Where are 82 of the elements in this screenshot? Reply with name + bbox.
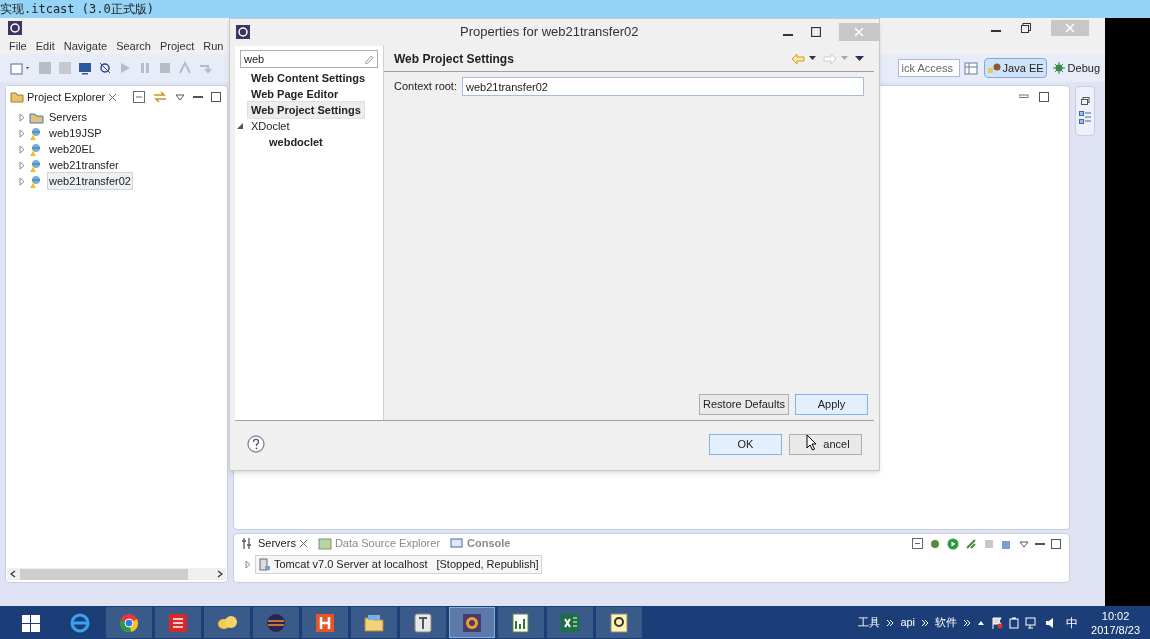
dialog-button[interactable]: Restore Defaults: [699, 394, 789, 415]
view-menu-icon[interactable]: [1019, 539, 1029, 548]
input-method-indicator[interactable]: 中: [1063, 613, 1082, 632]
view-title: Project Explorer: [27, 89, 106, 105]
mouse-cursor-icon: [806, 434, 817, 451]
collapsed-icon[interactable]: [244, 559, 252, 569]
scroll-right-icon[interactable]: [217, 570, 223, 578]
horizontal-scrollbar[interactable]: [7, 568, 226, 580]
filter-field[interactable]: web: [240, 50, 378, 68]
tree-item[interactable]: web21transfer02: [47, 171, 133, 191]
menu-item[interactable]: Navigate: [63, 37, 108, 55]
outline-icon[interactable]: [1079, 111, 1091, 125]
skip-breakpoints-icon[interactable]: [98, 61, 112, 75]
perspective-icon: [986, 61, 1001, 75]
toolbar-label[interactable]: 软件: [935, 614, 958, 631]
scrollbar-thumb[interactable]: [20, 568, 188, 580]
menu-item[interactable]: Search: [116, 37, 151, 55]
tree-item[interactable]: Web Project Settings: [247, 100, 365, 120]
menu-item[interactable]: File: [9, 37, 27, 55]
collapsed-icon[interactable]: [18, 128, 26, 138]
menu-item[interactable]: Run: [203, 37, 224, 55]
link-icon[interactable]: [153, 91, 167, 103]
server-name: Tomcat v7.0 Server at localhost: [274, 557, 428, 572]
maximize-icon[interactable]: [1039, 92, 1049, 102]
perspective-button[interactable]: Debug: [1048, 58, 1103, 78]
collapsed-icon[interactable]: [18, 144, 26, 154]
menu-item[interactable]: Edit: [35, 37, 55, 55]
dialog-button[interactable]: OK: [709, 433, 782, 455]
menu-item[interactable]: Project: [160, 37, 195, 55]
maximize-icon[interactable]: [811, 26, 821, 37]
app-icon: [8, 21, 22, 35]
caret-icon[interactable]: [809, 56, 816, 61]
clock[interactable]: 10:02 2017/8/23: [1087, 608, 1140, 637]
view-tab[interactable]: Data Source Explorer: [314, 534, 444, 553]
debug-icon[interactable]: [929, 537, 941, 550]
context-root-field[interactable]: web21transfer02: [462, 77, 864, 96]
chevron-icon[interactable]: [963, 618, 972, 627]
collapse-all-icon[interactable]: [133, 91, 145, 103]
view-tab[interactable]: Console: [447, 534, 514, 553]
server-icon: [258, 557, 271, 571]
flag-icon[interactable]: [991, 616, 1004, 629]
dialog-button[interactable]: Apply: [795, 394, 868, 415]
toolbar-label[interactable]: api: [900, 614, 916, 631]
chevron-icon[interactable]: [921, 618, 930, 627]
collapsed-icon[interactable]: [18, 112, 26, 122]
app-icon: [236, 24, 250, 39]
server-status: [Stopped, Republish]: [436, 557, 539, 572]
toolbar-label[interactable]: 工具: [858, 614, 881, 631]
page-title: Web Project Settings: [394, 50, 514, 68]
dialog-title: Properties for web21transfer02: [460, 22, 639, 41]
dialog-button[interactable]: ancel: [789, 433, 862, 455]
chevron-icon[interactable]: [886, 618, 895, 627]
start-icon[interactable]: [947, 537, 959, 550]
collapsed-icon[interactable]: [18, 176, 26, 186]
collapsed-icon[interactable]: [18, 160, 26, 170]
new-file-icon[interactable]: [10, 61, 32, 75]
server-row[interactable]: Tomcat v7.0 Server at localhost [Stopped, Republish]: [255, 555, 542, 574]
help-icon[interactable]: [247, 435, 265, 453]
expanded-icon[interactable]: [237, 122, 245, 130]
collapse-all-icon[interactable]: [912, 538, 923, 549]
map-icon: [317, 537, 332, 550]
field-label: Context root:: [394, 79, 457, 95]
view-menu-icon[interactable]: [175, 93, 185, 101]
close-icon[interactable]: [108, 92, 118, 102]
battery-icon[interactable]: [1009, 616, 1020, 629]
window-title: 实现.itcast (3.0正式版): [0, 3, 154, 15]
monitor-icon[interactable]: [78, 61, 92, 75]
folder-icon: [29, 110, 44, 124]
maximize-icon[interactable]: [211, 92, 221, 102]
scroll-left-icon[interactable]: [10, 570, 16, 578]
bug-icon: [1051, 61, 1066, 75]
caret-up-icon[interactable]: [977, 619, 986, 626]
console-icon: [450, 537, 465, 550]
restore-icon[interactable]: [1080, 97, 1090, 105]
quick-access-field[interactable]: ick Access: [897, 59, 960, 77]
text-app-icon[interactable]: [411, 610, 435, 635]
open-perspective-icon[interactable]: [963, 60, 980, 76]
restore-icon[interactable]: [1021, 23, 1031, 33]
maximize-icon[interactable]: [1051, 538, 1061, 549]
close-icon: [298, 539, 308, 548]
folder-icon: [10, 91, 24, 103]
perspective-button[interactable]: Java EE: [983, 58, 1047, 78]
